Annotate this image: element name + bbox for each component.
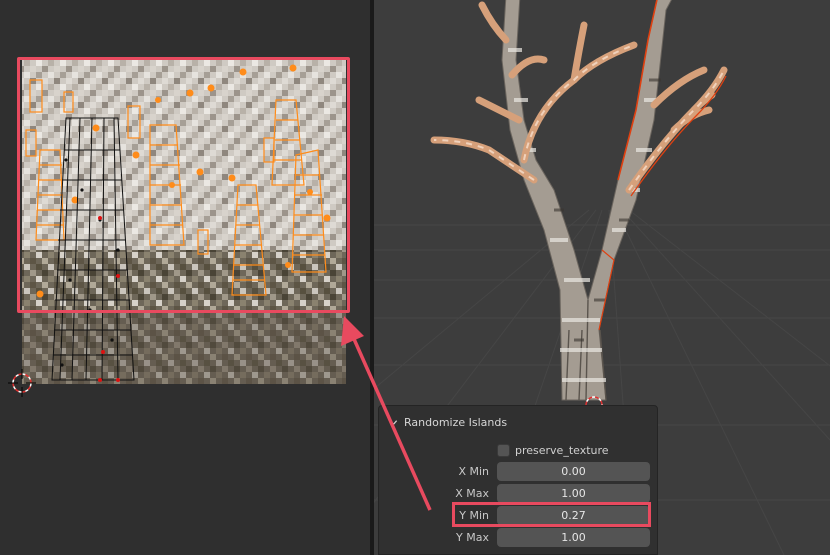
- preserve-texture-checkbox[interactable]: [497, 443, 510, 457]
- preserve-texture-toggle[interactable]: preserve_texture: [497, 442, 609, 458]
- y-max-field[interactable]: 1.00: [497, 528, 650, 547]
- x-min-field[interactable]: 0.00: [497, 462, 650, 481]
- tree-model: [430, 0, 728, 401]
- preserve-texture-label: preserve_texture: [515, 443, 609, 457]
- redo-last-panel[interactable]: Randomize Islands preserve_texture X Min…: [378, 405, 658, 555]
- uv-highlight-box: [17, 57, 350, 313]
- x-min-row: X Min 0.00: [379, 462, 659, 482]
- y-min-highlight-box: [452, 502, 651, 527]
- panel-header[interactable]: Randomize Islands: [389, 412, 507, 432]
- x-max-field[interactable]: 1.00: [497, 484, 650, 503]
- y-max-row: Y Max 1.00: [379, 528, 659, 548]
- x-max-label: X Max: [455, 487, 489, 500]
- chevron-down-icon[interactable]: [389, 418, 398, 427]
- y-max-label: Y Max: [456, 531, 489, 544]
- x-min-label: X Min: [458, 465, 489, 478]
- panel-title: Randomize Islands: [404, 415, 508, 429]
- x-max-row: X Max 1.00: [379, 484, 659, 504]
